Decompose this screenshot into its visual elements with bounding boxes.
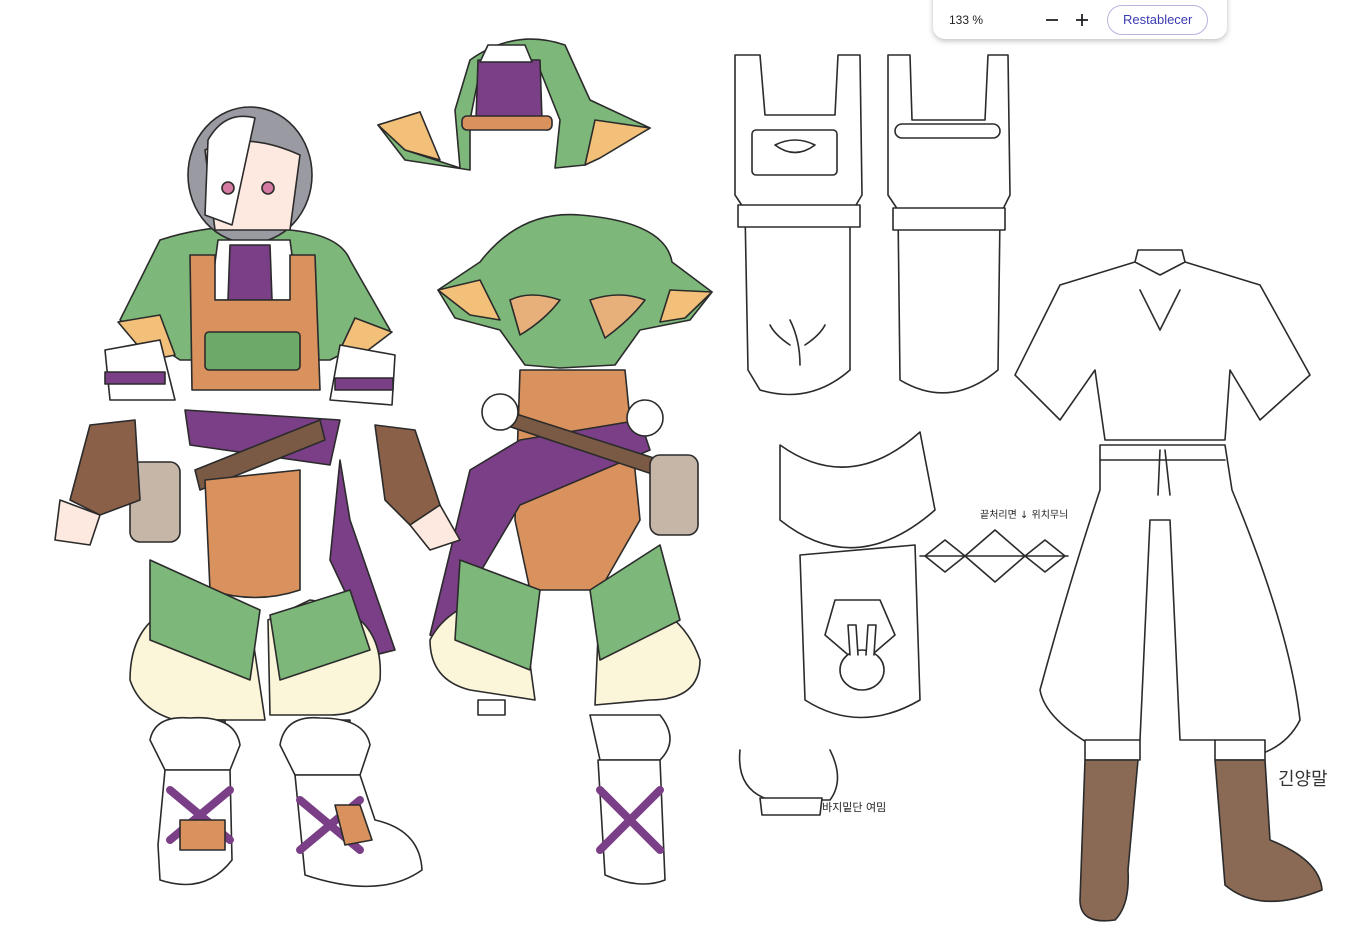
tabard-lineart <box>779 431 1069 719</box>
hood-collar-illustration <box>377 38 651 171</box>
zoom-in-button[interactable] <box>1067 5 1097 35</box>
minus-icon <box>1046 18 1058 21</box>
plus-icon <box>1076 13 1088 26</box>
zoom-toolbar: 133 % Restablecer <box>933 0 1227 39</box>
back-view-body <box>429 369 701 885</box>
canvas: 끝처리면 ↓ 위치무늬 바지밑단 여밈 긴양말 133 % Restablece… <box>0 0 1352 951</box>
zoom-level: 133 % <box>949 12 984 27</box>
apron-lineart <box>734 54 1011 396</box>
front-view-character <box>54 106 461 888</box>
zoom-out-button[interactable] <box>1037 5 1067 35</box>
shirt-pants-lineart <box>1014 249 1323 922</box>
back-view-hood <box>437 213 713 369</box>
character-sheet-artwork: 끝처리면 ↓ 위치무늬 바지밑단 여밈 긴양말 <box>54 38 1328 922</box>
pattern-note: 끝처리면 ↓ 위치무늬 <box>980 508 1068 521</box>
reset-zoom-button[interactable]: Restablecer <box>1107 4 1209 35</box>
pants-note: 바지밑단 여밈 <box>822 801 886 814</box>
artist-signature: 긴양말 <box>1278 769 1328 790</box>
